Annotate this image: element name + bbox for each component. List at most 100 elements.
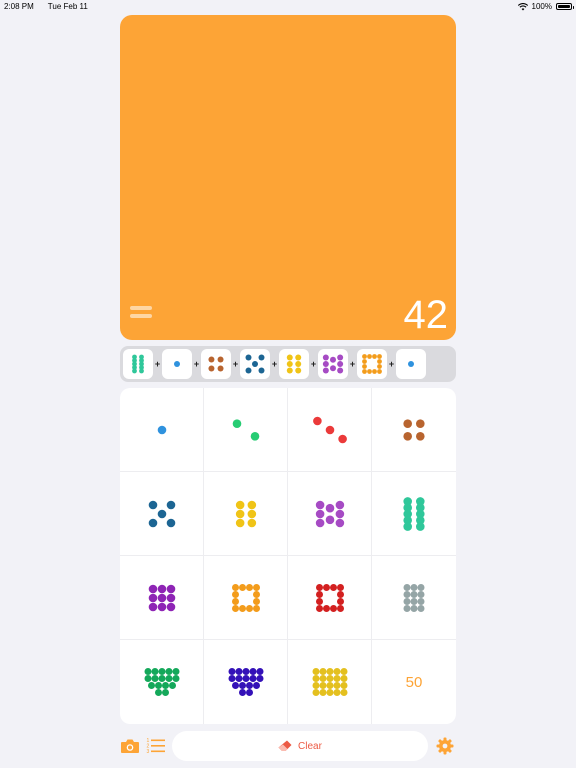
dots-1-icon	[174, 361, 180, 367]
number-cell-50[interactable]: 50	[372, 640, 456, 724]
dot	[410, 604, 418, 612]
dot	[312, 675, 319, 682]
dot	[166, 593, 175, 602]
dot	[319, 682, 326, 689]
dot	[335, 500, 344, 509]
number-cell-10[interactable]	[372, 472, 456, 556]
expression-tile[interactable]	[396, 349, 426, 379]
clear-button[interactable]: Clear	[172, 731, 428, 761]
dot	[231, 590, 239, 598]
dot	[228, 675, 235, 682]
dot	[312, 689, 319, 696]
expression-tile[interactable]	[357, 349, 387, 379]
dot	[367, 354, 372, 359]
status-date: Tue Feb 11	[47, 2, 88, 11]
dot	[417, 590, 425, 598]
dots-1-icon	[408, 361, 414, 367]
dot	[256, 675, 263, 682]
dot	[245, 367, 252, 374]
dot	[166, 584, 175, 593]
dot	[252, 583, 260, 591]
plus-operator: +	[310, 359, 317, 369]
dot	[157, 425, 166, 434]
dot	[377, 369, 382, 374]
dot	[410, 590, 418, 598]
dot	[315, 500, 324, 509]
dot	[416, 418, 425, 428]
status-left: 2:08 PM Tue Feb 11	[4, 2, 102, 11]
dot	[312, 416, 322, 425]
number-cell-16[interactable]	[204, 640, 288, 724]
dot	[336, 597, 344, 605]
number-cell-16[interactable]	[120, 640, 204, 724]
dot	[231, 604, 239, 612]
number-cell-5[interactable]	[120, 472, 204, 556]
dot	[315, 518, 324, 527]
svg-text:3: 3	[147, 749, 150, 755]
dot	[252, 682, 260, 689]
expression-tile[interactable]	[240, 349, 270, 379]
gear-icon[interactable]	[436, 737, 454, 755]
dot	[377, 364, 382, 369]
expression-tile[interactable]	[123, 349, 153, 379]
dot	[252, 590, 260, 598]
dot	[208, 365, 215, 372]
dot	[148, 584, 157, 593]
expression-tile[interactable]	[318, 349, 348, 379]
clear-label: Clear	[298, 740, 322, 752]
dot	[319, 675, 326, 682]
number-cell-9[interactable]	[120, 556, 204, 640]
dot	[340, 668, 347, 675]
dots-16-icon	[228, 668, 263, 696]
dot	[286, 354, 293, 361]
dot	[315, 597, 323, 605]
dot	[340, 682, 347, 689]
number-cell-1[interactable]	[120, 388, 204, 472]
dot	[147, 682, 155, 689]
dot	[337, 361, 344, 367]
dot	[139, 368, 144, 374]
dot	[252, 604, 260, 612]
number-cell-8[interactable]	[288, 472, 372, 556]
dot	[165, 668, 172, 675]
dot	[337, 367, 344, 374]
number-cell-4[interactable]	[372, 388, 456, 472]
dot	[408, 361, 414, 367]
dot	[362, 364, 367, 369]
menu-icon[interactable]	[130, 306, 152, 322]
dot	[235, 518, 244, 527]
number-cell-3[interactable]	[288, 388, 372, 472]
number-grid: 50	[120, 388, 456, 724]
number-cell-2[interactable]	[204, 388, 288, 472]
dot	[242, 668, 249, 675]
dot	[166, 518, 175, 527]
dot	[247, 509, 256, 518]
expression-tile[interactable]	[201, 349, 231, 379]
number-cell-20[interactable]	[288, 640, 372, 724]
dot	[231, 583, 239, 591]
dot	[250, 431, 259, 441]
list-icon[interactable]: 1 2 3	[146, 737, 166, 755]
dot	[245, 682, 253, 689]
number-cell-12[interactable]	[372, 556, 456, 640]
dot	[295, 361, 302, 367]
dots-12-icon	[231, 583, 260, 612]
dot	[312, 682, 319, 689]
number-cell-12[interactable]	[288, 556, 372, 640]
dot	[325, 515, 334, 524]
expression-tile[interactable]	[162, 349, 192, 379]
camera-icon[interactable]	[120, 737, 140, 755]
dot	[322, 604, 330, 612]
dot	[417, 604, 425, 612]
dot	[312, 668, 319, 675]
number-cell-12[interactable]	[204, 556, 288, 640]
dot	[377, 359, 382, 364]
dot	[238, 583, 246, 591]
dot	[417, 597, 425, 605]
dot	[403, 418, 412, 428]
number-cell-6[interactable]	[204, 472, 288, 556]
expression-tile[interactable]	[279, 349, 309, 379]
dot	[315, 590, 323, 598]
plus-operator: +	[271, 359, 278, 369]
dot	[157, 584, 166, 593]
